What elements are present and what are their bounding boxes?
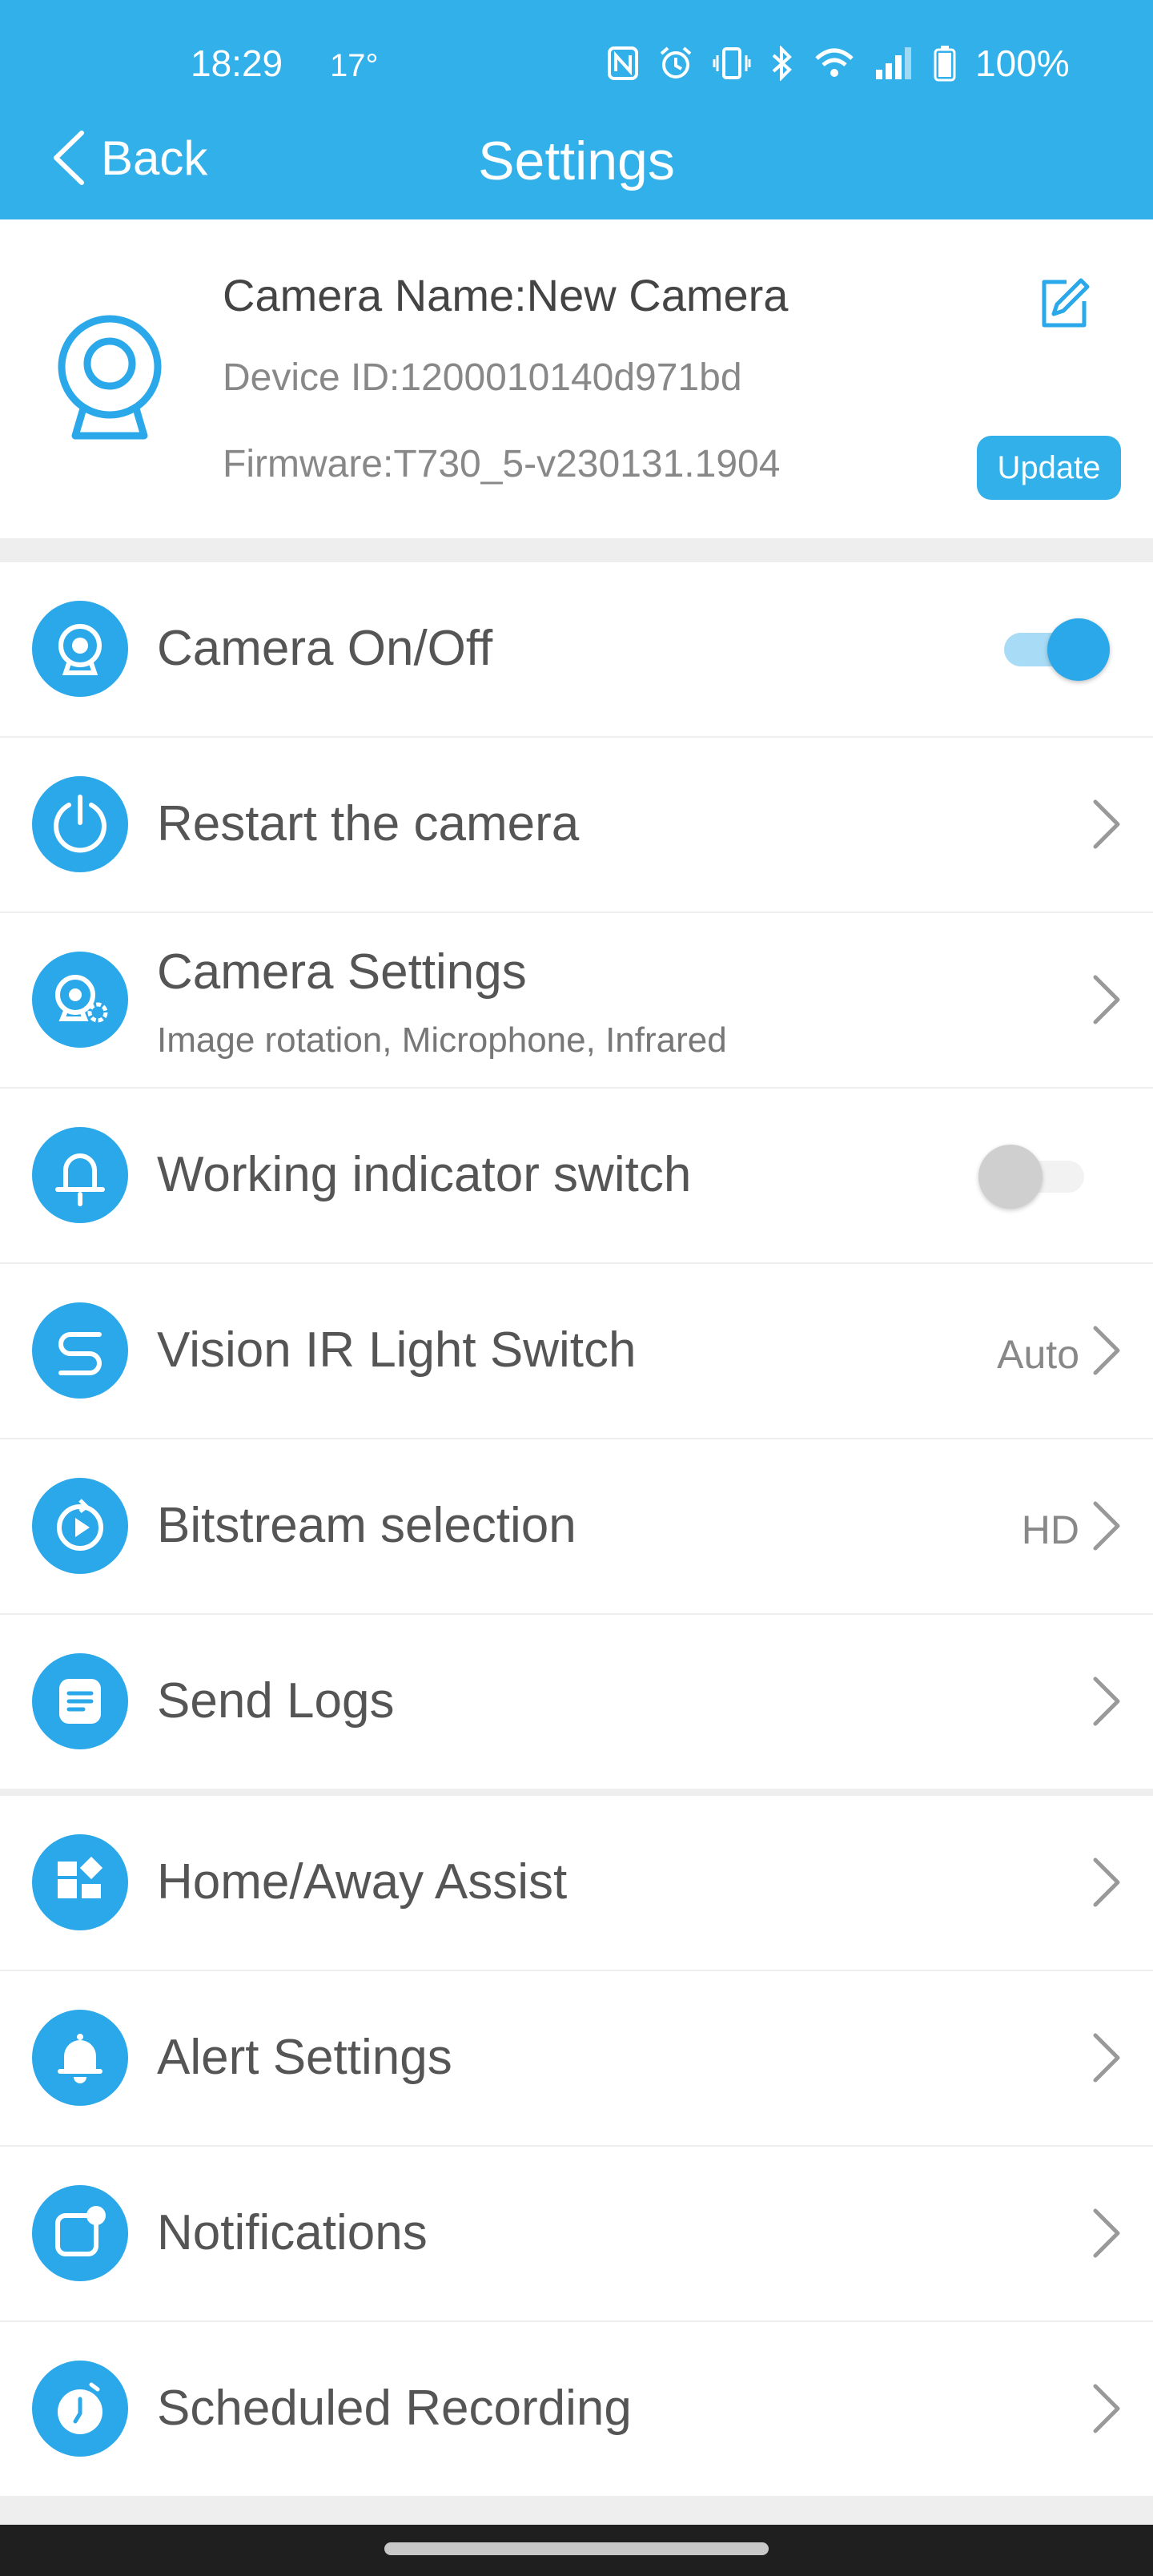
nfc-icon (608, 46, 638, 80)
back-button[interactable]: Back (51, 130, 207, 186)
device-id: Device ID:1200010140d971bd (223, 356, 742, 399)
row-label: Notifications (157, 2205, 428, 2260)
row-camera-settings[interactable]: Camera Settings Image rotation, Micropho… (0, 913, 1153, 1089)
bluetooth-icon (772, 46, 792, 81)
row-label: Send Logs (157, 1673, 395, 1729)
chevron-right-icon (1093, 1858, 1120, 1907)
chevron-right-icon (1093, 2384, 1120, 2433)
row-label: Restart the camera (157, 796, 580, 851)
chevron-right-icon (1093, 1676, 1120, 1726)
chevron-left-icon (54, 131, 84, 185)
working-indicator-toggle[interactable] (978, 1141, 1086, 1209)
row-label: Working indicator switch (157, 1147, 692, 1202)
row-sublabel: Image rotation, Microphone, Infrared (157, 1020, 727, 1060)
bell-icon (32, 2010, 128, 2106)
logs-icon (32, 1653, 128, 1749)
header-bar: 18:29 17° 100% Settings Back (0, 0, 1153, 219)
camera-icon (32, 601, 128, 697)
nav-bar: Settings Back (0, 120, 1153, 208)
camera-settings-icon (32, 952, 128, 1048)
back-label: Back (101, 131, 208, 185)
home-away-icon (32, 1834, 128, 1930)
status-icons: 100% (607, 42, 1070, 85)
firmware-version: Firmware:T730_5-v230131.1904 (223, 443, 781, 485)
row-working-indicator[interactable]: Working indicator switch (0, 1089, 1153, 1264)
row-scheduled-recording[interactable]: Scheduled Recording (0, 2322, 1153, 2496)
settings-group-alerts: Home/Away Assist Alert Settings Notifica… (0, 1796, 1153, 2496)
status-extra: 17° (330, 48, 379, 83)
row-camera-on-off[interactable]: Camera On/Off (0, 562, 1153, 738)
chevron-right-icon (1093, 1501, 1120, 1551)
row-label: Alert Settings (157, 2030, 452, 2085)
bitstream-icon (32, 1478, 128, 1574)
power-icon (32, 776, 128, 872)
device-info-card: Camera Name:New Camera Device ID:1200010… (0, 219, 1153, 538)
camera-device-icon (58, 315, 162, 440)
chevron-right-icon (1093, 2033, 1120, 2083)
row-bitstream-selection[interactable]: Bitstream selection HD (0, 1439, 1153, 1615)
ir-light-value: Auto (997, 1332, 1079, 1377)
row-alert-settings[interactable]: Alert Settings (0, 1971, 1153, 2147)
vibrate-icon (713, 47, 751, 79)
row-home-away-assist[interactable]: Home/Away Assist (0, 1796, 1153, 1971)
chevron-right-icon (1093, 1326, 1120, 1375)
indicator-light-icon (32, 1127, 128, 1223)
update-button[interactable]: Update (977, 436, 1121, 500)
chevron-right-icon (1093, 799, 1120, 849)
bitstream-value: HD (1021, 1507, 1079, 1552)
camera-name: Camera Name:New Camera (223, 270, 789, 320)
chevron-right-icon (1093, 2208, 1120, 2258)
row-label: Scheduled Recording (157, 2381, 632, 2436)
row-label: Bitstream selection (157, 1498, 576, 1553)
row-label: Camera On/Off (157, 621, 493, 676)
row-restart-camera[interactable]: Restart the camera (0, 738, 1153, 913)
alarm-icon (660, 46, 692, 78)
row-label: Camera Settings (157, 944, 527, 1000)
clock-icon (32, 2361, 128, 2457)
row-label: Vision IR Light Switch (157, 1322, 637, 1378)
row-vision-ir-light[interactable]: Vision IR Light Switch Auto (0, 1264, 1153, 1439)
status-bar: 18:29 17° 100% (0, 32, 1153, 96)
notification-icon (32, 2185, 128, 2281)
row-label: Home/Away Assist (157, 1854, 568, 1910)
row-send-logs[interactable]: Send Logs (0, 1615, 1153, 1789)
edit-icon[interactable] (1038, 276, 1091, 330)
signal-icon (876, 47, 911, 79)
row-notifications[interactable]: Notifications (0, 2147, 1153, 2322)
home-gesture-handle[interactable] (384, 2542, 769, 2555)
settings-group-device: Camera On/Off Restart the camera Camera … (0, 562, 1153, 1789)
status-time: 18:29 (191, 42, 283, 84)
battery-icon (934, 46, 956, 82)
chevron-right-icon (1093, 975, 1120, 1024)
camera-on-off-toggle[interactable] (1004, 615, 1110, 682)
system-navigation-bar (0, 2525, 1153, 2576)
wifi-icon (815, 48, 854, 77)
battery-percentage: 100% (975, 42, 1070, 84)
ir-light-icon (32, 1302, 128, 1399)
